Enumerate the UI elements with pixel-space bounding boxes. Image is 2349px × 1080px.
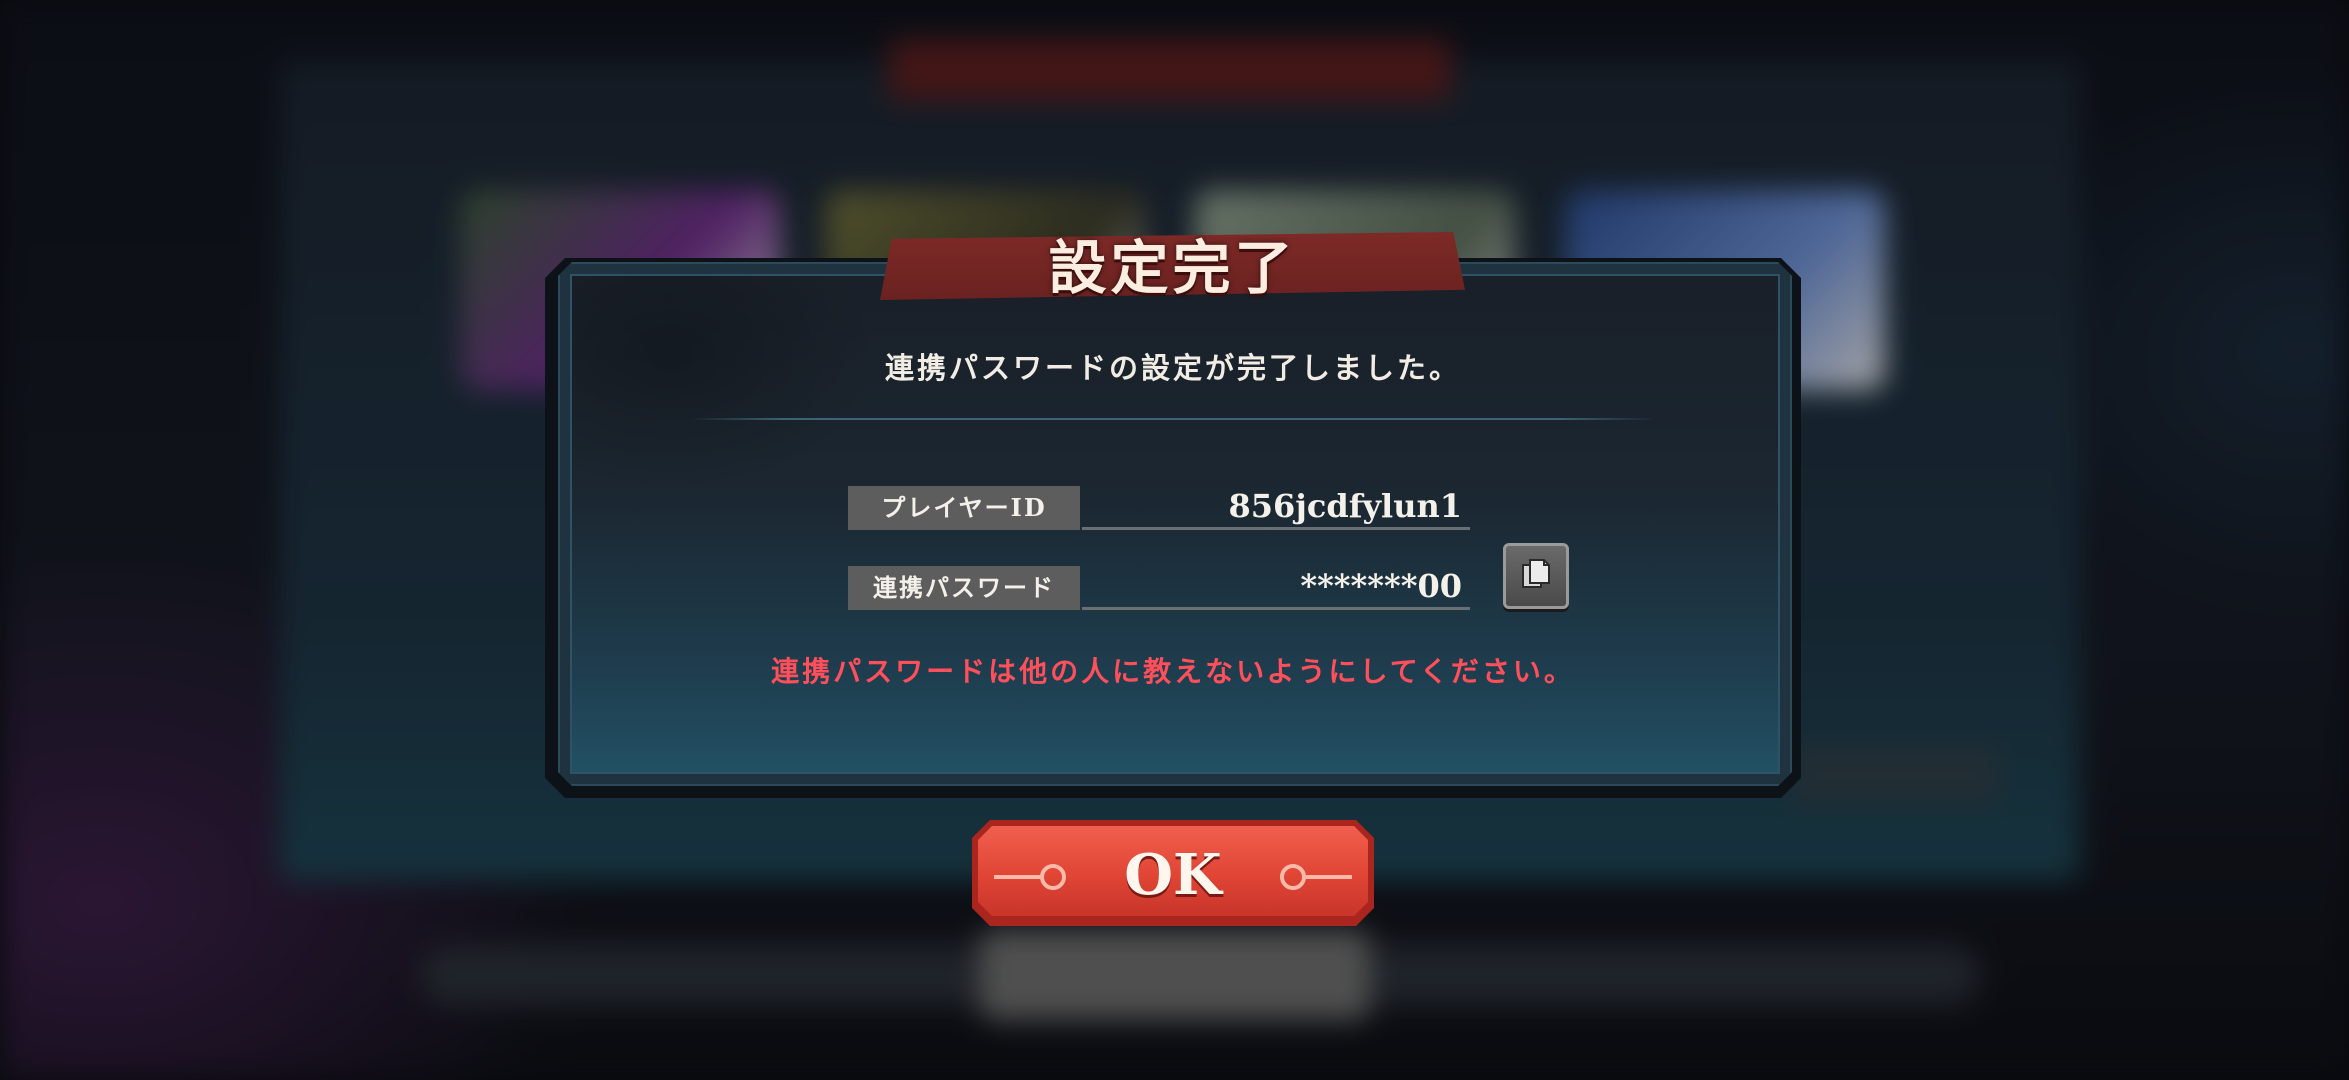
- divider: [690, 418, 1655, 420]
- password-warning: 連携パスワードは他の人に教えないようにしてください。: [771, 655, 1575, 688]
- game-screen: 設定完了 連携パスワードの設定が完了しました。 プレイヤーID 856jcdfy…: [0, 0, 2349, 1080]
- password-value: *******00: [1082, 566, 1470, 610]
- copy-icon: [1518, 556, 1554, 596]
- password-label: 連携パスワード: [848, 566, 1080, 610]
- copy-button[interactable]: [1503, 543, 1569, 609]
- ok-button[interactable]: OK: [972, 820, 1374, 926]
- dialog-title: 設定完了: [1048, 234, 1297, 302]
- ok-label: OK: [1124, 842, 1222, 908]
- ok-button-face: OK: [978, 826, 1368, 916]
- ok-decoration: [1280, 864, 1306, 890]
- dialog-message: 連携パスワードの設定が完了しました。: [884, 351, 1461, 385]
- player-id-value: 856jcdfylun1: [1082, 486, 1470, 530]
- ok-decoration: [1306, 875, 1352, 879]
- player-id-label: プレイヤーID: [848, 486, 1080, 530]
